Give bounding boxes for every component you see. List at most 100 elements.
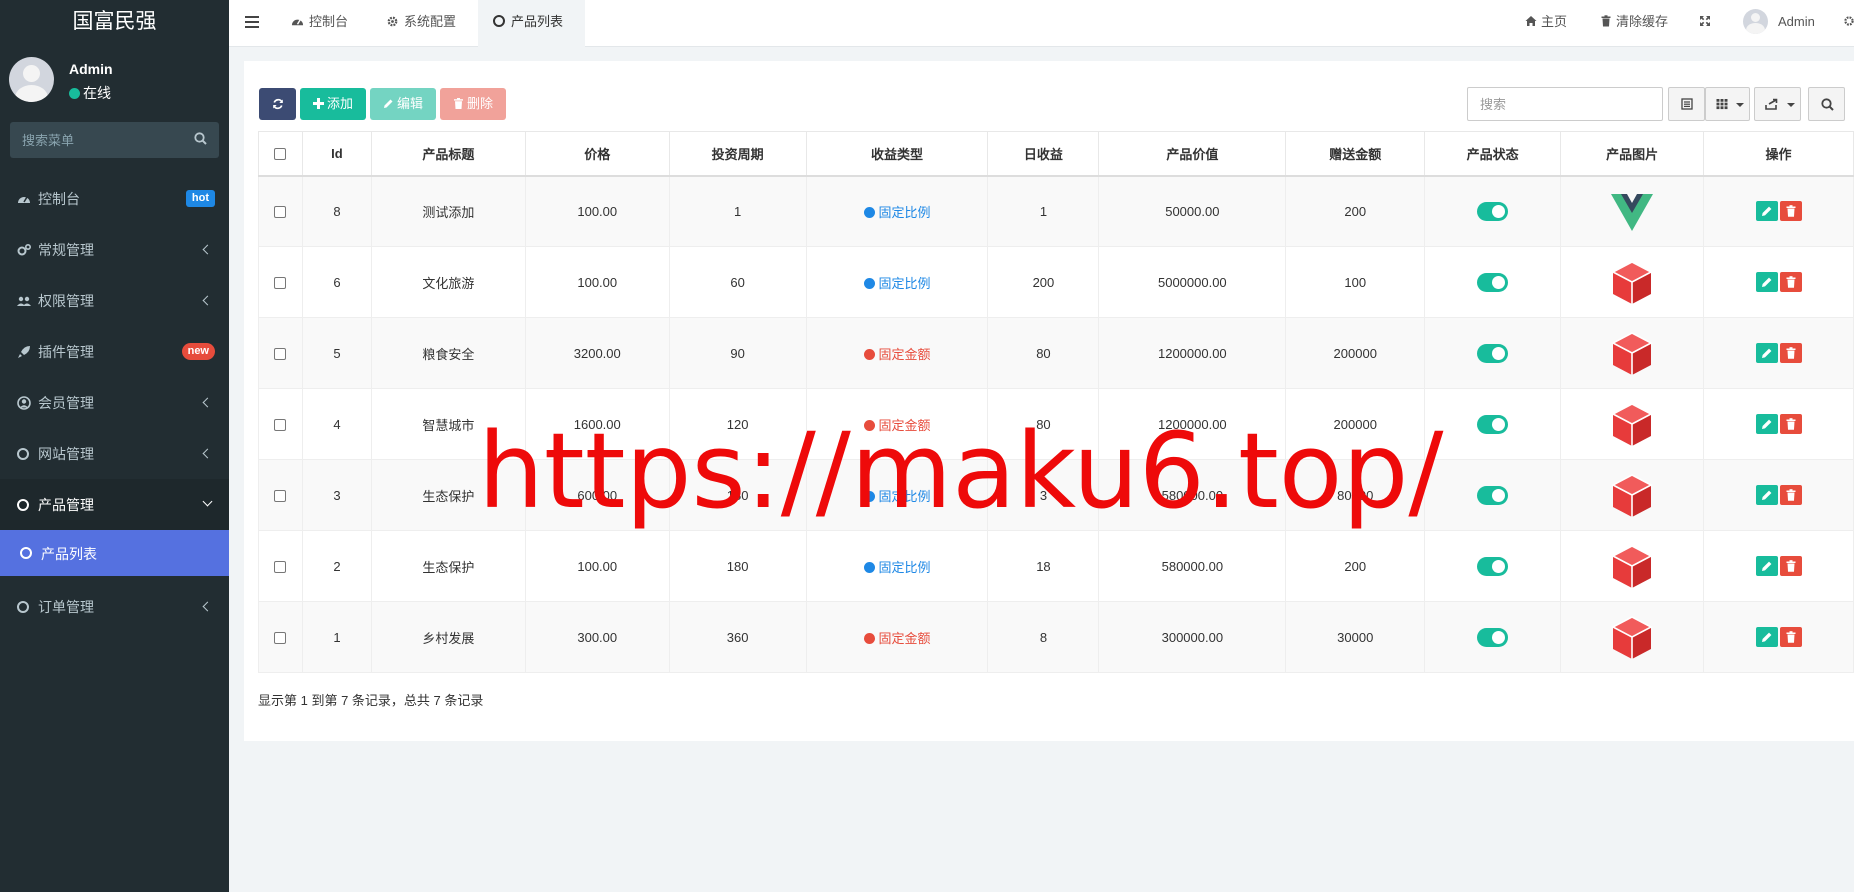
row-checkbox[interactable] (274, 419, 287, 432)
toggle-view-button[interactable] (1668, 87, 1705, 121)
row-edit-button[interactable] (1755, 414, 1778, 434)
row-edit-button[interactable] (1755, 343, 1778, 363)
trash-icon (1786, 631, 1796, 643)
trash-icon (1786, 418, 1796, 430)
cell-daily: 80 (987, 317, 1100, 389)
table-row[interactable]: 8 测试添加 100.00 1 固定比例 1 50000.00 200 (258, 175, 1854, 247)
cell-image (1560, 530, 1705, 602)
vue-logo-icon[interactable] (1607, 186, 1657, 236)
row-checkbox[interactable] (274, 206, 287, 219)
row-checkbox[interactable] (274, 277, 287, 290)
column-header[interactable]: 价格 (524, 131, 670, 177)
table-row[interactable]: 4 智慧城市 1600.00 120 固定金额 80 1200000.00 20… (258, 388, 1854, 460)
cell-value: 50000.00 (1098, 175, 1287, 247)
table-row[interactable]: 5 粮食安全 3200.00 90 固定金额 80 1200000.00 200… (258, 317, 1854, 389)
table-row[interactable]: 2 生态保护 100.00 180 固定比例 18 580000.00 200 (258, 530, 1854, 602)
search-icon[interactable] (194, 132, 207, 145)
tab-system-config[interactable]: 系统配置 (386, 0, 456, 47)
row-checkbox[interactable] (274, 490, 287, 503)
sidebar-item-plugins[interactable]: 插件管理 new (0, 326, 229, 377)
cube-icon[interactable] (1607, 257, 1657, 307)
column-header[interactable]: Id (301, 131, 372, 177)
column-header[interactable]: 投资周期 (668, 131, 807, 177)
table-row[interactable]: 3 生态保护 600.00 180 固定比例 3 580000.00 80000 (258, 459, 1854, 531)
home-link[interactable]: 主页 (1525, 0, 1567, 44)
row-edit-button[interactable] (1755, 485, 1778, 505)
column-header[interactable]: 产品图片 (1560, 131, 1705, 177)
sidebar-item-general[interactable]: 常规管理 (0, 224, 229, 275)
row-edit-button[interactable] (1755, 201, 1778, 222)
tab-dashboard[interactable]: 控制台 (291, 0, 348, 47)
search-button[interactable] (1808, 87, 1845, 121)
row-delete-button[interactable] (1779, 343, 1802, 363)
cell-status (1424, 459, 1562, 531)
row-delete-button[interactable] (1779, 201, 1802, 222)
sidebar: 国富民强 Admin 在线 控制台 hot 常规管理 权限管理 插件管理 new (0, 0, 229, 892)
column-header[interactable]: 产品标题 (370, 131, 526, 177)
menu-toggle-icon[interactable] (245, 16, 259, 28)
column-header[interactable]: 产品价值 (1098, 131, 1287, 177)
sidebar-item-products[interactable]: 产品管理 (0, 479, 229, 530)
row-delete-button[interactable] (1779, 556, 1802, 576)
sidebar-subitem-product-list[interactable]: 产品列表 (0, 530, 229, 576)
columns-dropdown[interactable] (1705, 87, 1750, 121)
status-toggle[interactable] (1477, 556, 1509, 576)
row-edit-button[interactable] (1755, 272, 1778, 292)
cube-icon[interactable] (1607, 470, 1657, 520)
top-navbar: 控制台 系统配置 产品列表 主页 清除缓存 Admin (229, 0, 1854, 47)
row-delete-button[interactable] (1779, 414, 1802, 434)
table-search-input[interactable] (1468, 88, 1662, 120)
tab-product-list[interactable]: 产品列表 (478, 0, 585, 47)
row-checkbox[interactable] (274, 348, 287, 361)
select-all-checkbox[interactable] (274, 148, 287, 161)
cell-title: 智慧城市 (370, 388, 526, 460)
sidebar-item-orders[interactable]: 订单管理 (0, 581, 229, 632)
row-delete-button[interactable] (1779, 627, 1802, 647)
column-header[interactable]: 收益类型 (805, 131, 989, 177)
status-toggle[interactable] (1477, 627, 1509, 647)
row-select-cell (258, 459, 303, 531)
row-edit-button[interactable] (1755, 556, 1778, 576)
add-button[interactable]: 添加 (300, 88, 366, 120)
cube-icon[interactable] (1607, 399, 1657, 449)
table-row[interactable]: 6 文化旅游 100.00 60 固定比例 200 5000000.00 100 (258, 246, 1854, 318)
export-dropdown[interactable] (1754, 87, 1801, 121)
refresh-button[interactable] (259, 88, 296, 120)
menu-search-input[interactable] (10, 122, 219, 158)
app-logo[interactable]: 国富民强 (0, 0, 229, 47)
status-toggle[interactable] (1477, 272, 1509, 292)
settings-button[interactable] (1843, 0, 1854, 44)
admin-menu[interactable]: Admin (1743, 0, 1815, 44)
status-toggle[interactable] (1477, 343, 1509, 363)
row-checkbox[interactable] (274, 632, 287, 645)
select-all-cell (258, 131, 303, 177)
row-edit-button[interactable] (1755, 627, 1778, 647)
sidebar-item-members[interactable]: 会员管理 (0, 377, 229, 428)
status-toggle[interactable] (1477, 485, 1509, 505)
sidebar-item-dashboard[interactable]: 控制台 hot (0, 173, 229, 224)
tab-label: 系统配置 (404, 14, 457, 29)
sidebar-item-website[interactable]: 网站管理 (0, 428, 229, 479)
cube-icon[interactable] (1607, 541, 1657, 591)
fullscreen-button[interactable] (1699, 0, 1715, 44)
edit-button[interactable]: 编辑 (370, 88, 436, 120)
row-checkbox[interactable] (274, 561, 287, 574)
column-header[interactable]: 操作 (1703, 131, 1854, 177)
cell-daily: 1 (987, 175, 1100, 247)
column-header[interactable]: 赠送金额 (1285, 131, 1426, 177)
row-delete-button[interactable] (1779, 485, 1802, 505)
table-row[interactable]: 1 乡村发展 300.00 360 固定金额 8 300000.00 30000 (258, 601, 1854, 673)
row-select-cell (258, 601, 303, 673)
column-header[interactable]: 日收益 (987, 131, 1100, 177)
sidebar-item-auth[interactable]: 权限管理 (0, 275, 229, 326)
delete-button[interactable]: 删除 (440, 88, 506, 120)
column-header[interactable]: 产品状态 (1424, 131, 1562, 177)
clear-cache-button[interactable]: 清除缓存 (1600, 0, 1668, 44)
cube-icon[interactable] (1607, 612, 1657, 662)
cell-id: 2 (301, 530, 372, 602)
status-toggle[interactable] (1477, 414, 1509, 434)
cube-icon[interactable] (1607, 328, 1657, 378)
status-toggle[interactable] (1477, 201, 1509, 221)
row-delete-button[interactable] (1779, 272, 1802, 292)
gears-icon (17, 244, 31, 256)
